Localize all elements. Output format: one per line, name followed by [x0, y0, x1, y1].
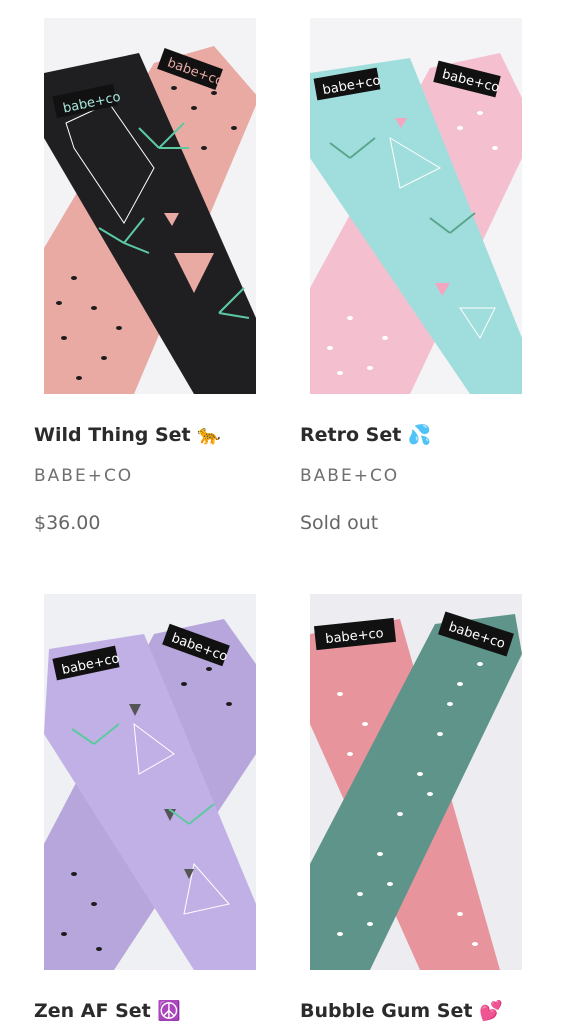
product-image[interactable]: babe+co babe+co — [310, 18, 522, 394]
resistance-bands-photo: babe+co babe+co — [310, 594, 522, 970]
product-title[interactable]: Bubble Gum Set 💕 — [300, 999, 503, 1022]
cheetah-emoji-icon: 🐆 — [197, 424, 221, 446]
product-title[interactable]: Zen AF Set ☮️ — [34, 999, 181, 1022]
resistance-bands-photo: babe+co babe+co — [44, 18, 256, 394]
product-image[interactable]: babe+co babe+co — [44, 18, 256, 394]
product-image[interactable]: babe+co babe+co — [44, 594, 256, 970]
product-vendor: BABE+CO — [300, 466, 400, 486]
resistance-bands-photo: babe+co babe+co — [44, 594, 256, 970]
resistance-bands-photo: babe+co babe+co — [310, 18, 522, 394]
product-title[interactable]: Retro Set 💦 — [300, 423, 432, 446]
product-image[interactable]: babe+co babe+co — [310, 594, 522, 970]
product-price-soldout: Sold out — [300, 512, 379, 534]
two-hearts-emoji-icon: 💕 — [479, 1000, 503, 1022]
product-vendor: BABE+CO — [34, 466, 134, 486]
water-drops-emoji-icon: 💦 — [407, 424, 432, 446]
peace-symbol-emoji-icon: ☮️ — [157, 1000, 182, 1022]
product-title[interactable]: Wild Thing Set 🐆 — [34, 423, 221, 446]
product-price: $36.00 — [34, 512, 101, 534]
